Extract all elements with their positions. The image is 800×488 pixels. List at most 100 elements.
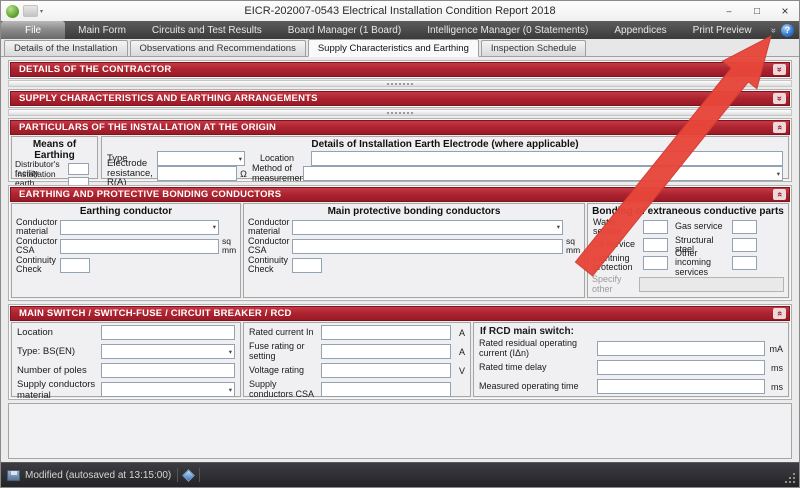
close-button[interactable]: × (771, 1, 799, 21)
section-main-switch: MAIN SWITCH / SWITCH-FUSE / CIRCUIT BREA… (8, 304, 792, 400)
help-icon[interactable]: ? (781, 24, 794, 37)
fuse-rating-input[interactable] (321, 344, 451, 359)
main-bonding-continuity-check-box[interactable] (292, 258, 322, 273)
electrode-location-input[interactable] (311, 151, 783, 166)
menu-print-preview[interactable]: Print Preview (680, 21, 765, 39)
chevron-down-icon: ▾ (777, 169, 780, 177)
tab-supply-characteristics[interactable]: Supply Characteristics and Earthing (308, 39, 479, 57)
structural-steel-box[interactable] (732, 238, 757, 252)
electrode-type-dropdown[interactable]: ▾ (157, 151, 245, 166)
earthing-conductor-csa-input[interactable] (60, 239, 219, 254)
measured-operating-time-label: Measured operating time (479, 382, 597, 391)
earthing-conductor-title: Earthing conductor (12, 204, 240, 218)
rated-current-input[interactable] (321, 325, 451, 340)
menubar: File Main Form Circuits and Test Results… (1, 21, 799, 39)
section-supply-header[interactable]: SUPPLY CHARACTERISTICS AND EARTHING ARRA… (10, 91, 790, 106)
location-label: Location (17, 327, 101, 338)
lightning-protection-label: Lightning protection (593, 254, 643, 273)
oil-service-box[interactable] (643, 238, 668, 252)
residual-current-input[interactable] (597, 341, 765, 356)
supply-conductors-csa-input[interactable] (321, 382, 451, 397)
rated-time-delay-input[interactable] (597, 360, 765, 375)
main-bonding-material-dropdown[interactable]: ▾ (292, 220, 563, 235)
quick-access-save-icon[interactable] (23, 5, 38, 17)
quick-access-caret-icon[interactable]: ▾ (40, 8, 43, 15)
electrode-resistance-input[interactable] (157, 166, 237, 181)
measured-operating-time-input[interactable] (597, 379, 765, 394)
earth-electrode-panel: Details of Installation Earth Electrode … (101, 136, 789, 179)
number-of-poles-input[interactable] (101, 363, 235, 378)
tab-inspection-schedule[interactable]: Inspection Schedule (481, 40, 587, 56)
section-collapse-chevron[interactable]: » (773, 122, 786, 133)
form-content: DETAILS OF THE CONTRACTOR » SUPPLY CHARA… (1, 57, 799, 462)
resize-grip[interactable] (793, 481, 795, 483)
statusbar-separator (199, 468, 200, 482)
app-window: ▾ EICR-202007-0543 Electrical Installati… (0, 0, 800, 488)
empty-panel (8, 403, 792, 459)
diamond-status-icon (182, 469, 195, 482)
splitter[interactable] (8, 109, 792, 116)
section-main-switch-header[interactable]: MAIN SWITCH / SWITCH-FUSE / CIRCUIT BREA… (10, 306, 790, 321)
voltage-rating-input[interactable] (321, 363, 451, 378)
splitter[interactable] (8, 80, 792, 87)
chevron-down-icon: » (775, 96, 784, 101)
method-of-measurement-dropdown[interactable]: ▾ (303, 166, 783, 181)
menu-circuits[interactable]: Circuits and Test Results (139, 21, 275, 39)
chevron-down-icon: ▾ (229, 347, 232, 355)
section-particulars-header[interactable]: PARTICULARS OF THE INSTALLATION AT THE O… (10, 120, 790, 135)
amp-unit: A (451, 347, 465, 357)
conductor-csa-label: Conductor CSA (16, 237, 60, 256)
main-bonding-csa-input[interactable] (292, 239, 563, 254)
continuity-check-label: Continuity Check (248, 256, 292, 275)
fuse-rating-label: Fuse rating or setting (249, 342, 321, 361)
section-contractor: DETAILS OF THE CONTRACTOR » (8, 60, 792, 79)
gas-service-box[interactable] (732, 220, 757, 234)
section-collapse-chevron[interactable]: » (773, 308, 786, 319)
minimize-button[interactable]: – (715, 1, 743, 21)
maximize-button[interactable]: □ (743, 1, 771, 21)
section-earthing-bonding: EARTHING AND PROTECTIVE BONDING CONDUCTO… (8, 185, 792, 301)
section-collapse-chevron[interactable]: » (773, 93, 786, 104)
section-earthing-header[interactable]: EARTHING AND PROTECTIVE BONDING CONDUCTO… (10, 187, 790, 202)
earthing-conductor-panel: Earthing conductor Conductor material ▾ … (11, 203, 241, 298)
section-title: EARTHING AND PROTECTIVE BONDING CONDUCTO… (19, 189, 281, 200)
other-incoming-services-box[interactable] (732, 256, 757, 270)
earthing-continuity-check-box[interactable] (60, 258, 90, 273)
ms-unit: ms (765, 363, 783, 373)
menu-intelligence-manager[interactable]: Intelligence Manager (0 Statements) (414, 21, 601, 39)
tab-details-of-installation[interactable]: Details of the Installation (4, 40, 128, 56)
main-switch-mid-panel: Rated current In A Fuse rating or settin… (243, 322, 471, 397)
chevron-down-icon: ▾ (239, 154, 242, 162)
section-title: SUPPLY CHARACTERISTICS AND EARTHING ARRA… (19, 93, 318, 104)
chevron-down-icon: » (775, 67, 784, 72)
lightning-protection-box[interactable] (643, 256, 668, 270)
splitter-grip (387, 112, 413, 114)
supply-conductors-material-dropdown[interactable]: ▾ (101, 382, 235, 397)
splitter-grip (387, 83, 413, 85)
electrode-resistance-label: Electrode resistance, R(A) (107, 159, 157, 189)
ribbon-overflow-chevron-icon[interactable]: » (769, 27, 778, 32)
section-collapse-chevron[interactable]: » (773, 64, 786, 75)
supply-conductors-csa-label: Supply conductors CSA (249, 380, 321, 399)
water-service-box[interactable] (643, 220, 668, 234)
section-collapse-chevron[interactable]: » (773, 189, 786, 200)
earthing-conductor-material-dropdown[interactable]: ▾ (60, 220, 219, 235)
rated-time-delay-label: Rated time delay (479, 363, 597, 372)
chevron-up-icon: » (775, 192, 784, 197)
menu-board-manager[interactable]: Board Manager (1 Board) (275, 21, 414, 39)
chevron-down-icon: ▾ (229, 385, 232, 393)
type-bsen-dropdown[interactable]: ▾ (101, 344, 235, 359)
main-bonding-panel: Main protective bonding conductors Condu… (243, 203, 585, 298)
section-contractor-header[interactable]: DETAILS OF THE CONTRACTOR » (10, 62, 790, 77)
distributors-facility-box[interactable] (68, 163, 89, 175)
conductor-csa-label: Conductor CSA (248, 237, 292, 256)
rated-current-label: Rated current In (249, 328, 321, 337)
gas-service-label: Gas service (675, 222, 732, 231)
section-title: MAIN SWITCH / SWITCH-FUSE / CIRCUIT BREA… (19, 308, 292, 319)
menu-main-form[interactable]: Main Form (65, 21, 139, 39)
menu-file[interactable]: File (1, 21, 65, 39)
main-switch-location-input[interactable] (101, 325, 235, 340)
menu-appendices[interactable]: Appendices (601, 21, 679, 39)
volt-unit: V (451, 366, 465, 376)
tab-observations[interactable]: Observations and Recommendations (130, 40, 306, 56)
